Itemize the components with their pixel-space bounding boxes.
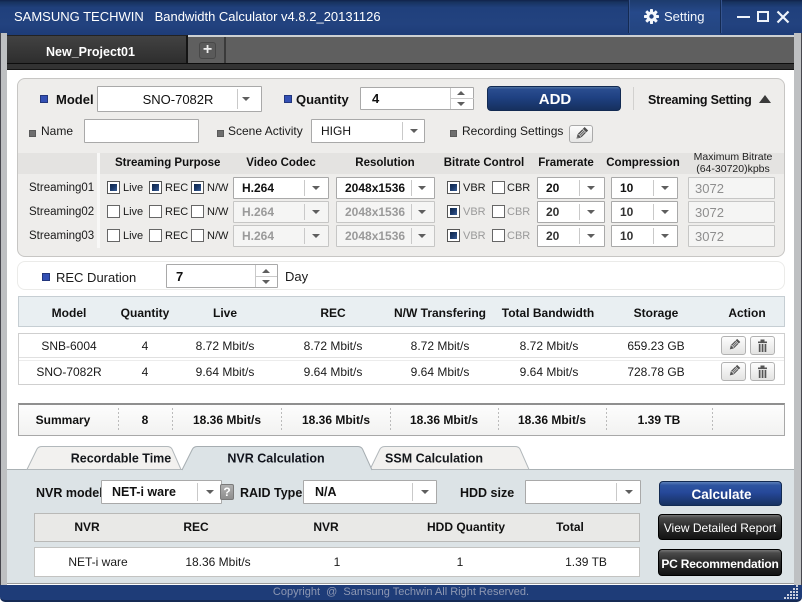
svg-text:NVR Calculation: NVR Calculation — [227, 452, 324, 466]
svg-text:Recordable Time: Recordable Time — [71, 452, 172, 466]
svg-text:SSM Calculation: SSM Calculation — [385, 452, 483, 466]
